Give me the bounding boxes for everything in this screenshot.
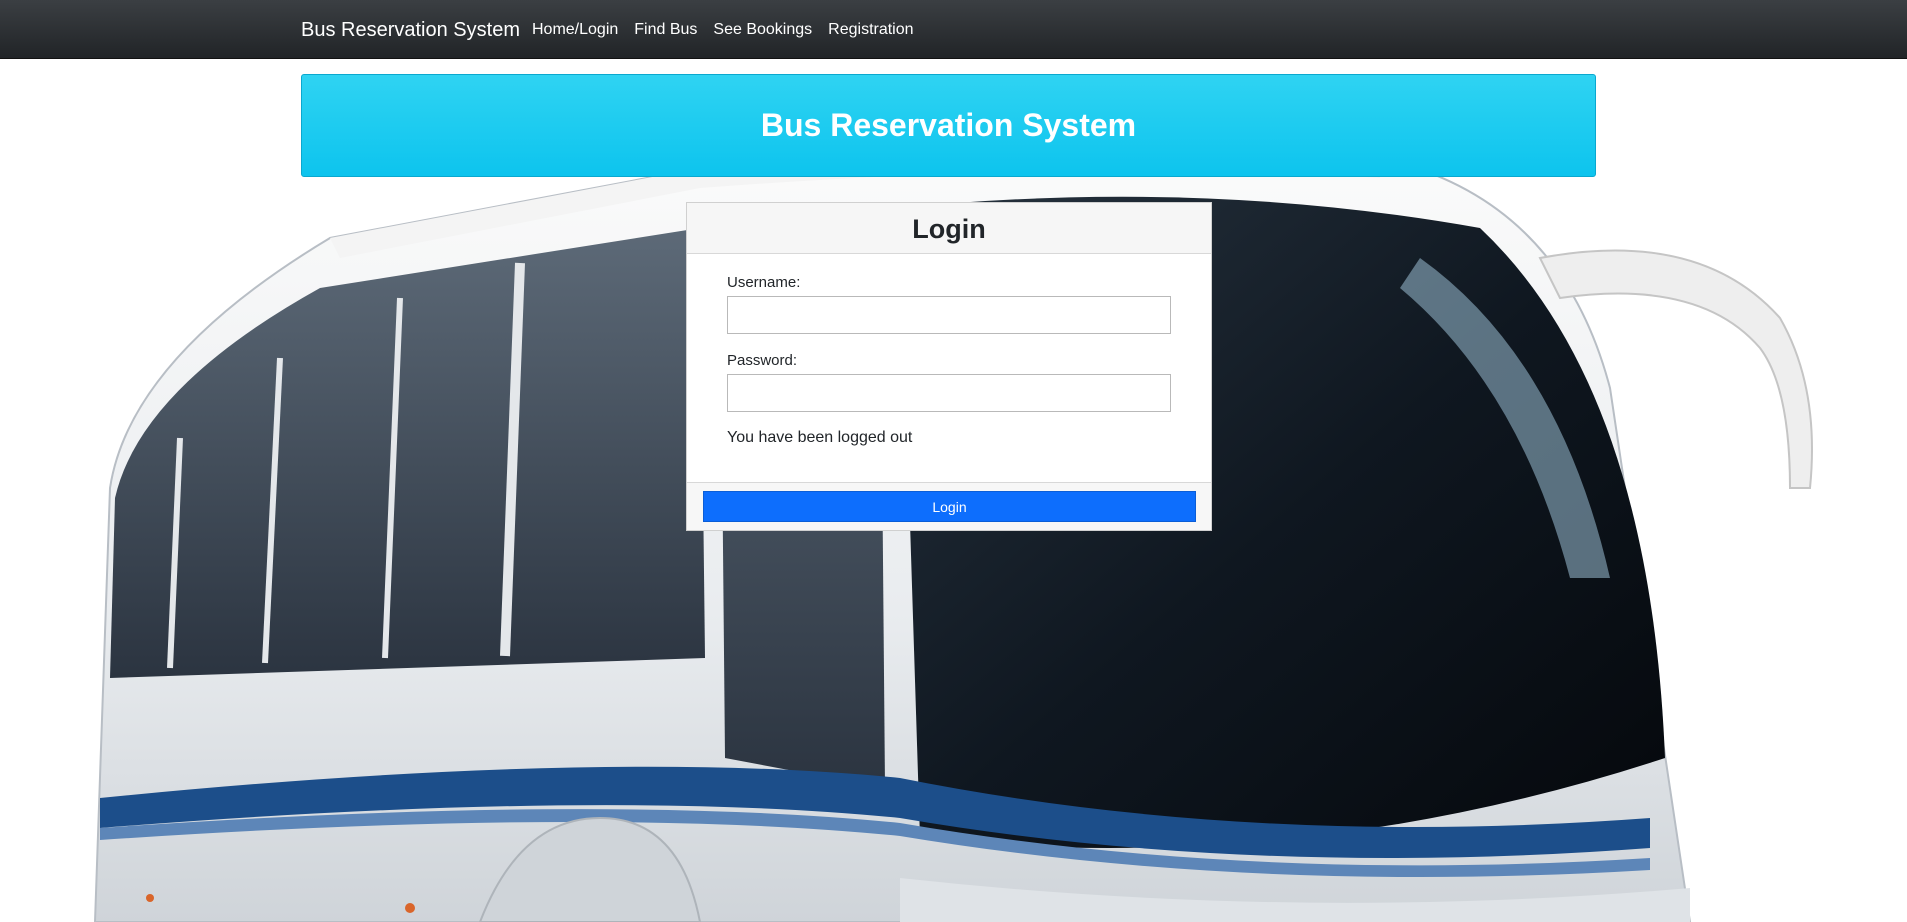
- nav-link-home-login[interactable]: Home/Login: [532, 0, 618, 58]
- login-title: Login: [912, 214, 986, 244]
- nav-link-find-bus[interactable]: Find Bus: [634, 0, 697, 58]
- login-card: Login Username: Password: You have been …: [686, 202, 1212, 531]
- password-input[interactable]: [727, 374, 1171, 412]
- top-navbar: Bus Reservation System Home/Login Find B…: [0, 0, 1907, 59]
- login-form: Username: Password: You have been logged…: [687, 254, 1211, 484]
- password-label: Password:: [727, 352, 798, 369]
- navbar-brand-link[interactable]: Bus Reservation System: [301, 0, 520, 58]
- nav-link-see-bookings[interactable]: See Bookings: [713, 0, 812, 58]
- page: Bus Reservation System Home/Login Find B…: [0, 0, 1907, 922]
- banner-title: Bus Reservation System: [760, 107, 1137, 143]
- login-card-header: Login: [687, 203, 1211, 254]
- nav-link-registration[interactable]: Registration: [828, 0, 913, 58]
- nav-links: Home/Login Find Bus See Bookings Registr…: [532, 0, 930, 58]
- logout-message: You have been logged out: [727, 429, 913, 446]
- login-button[interactable]: Login: [703, 491, 1196, 522]
- username-input[interactable]: [727, 296, 1171, 334]
- header-banner: Bus Reservation System: [301, 74, 1596, 177]
- login-card-footer: Login: [687, 482, 1211, 530]
- username-label: Username:: [727, 274, 801, 291]
